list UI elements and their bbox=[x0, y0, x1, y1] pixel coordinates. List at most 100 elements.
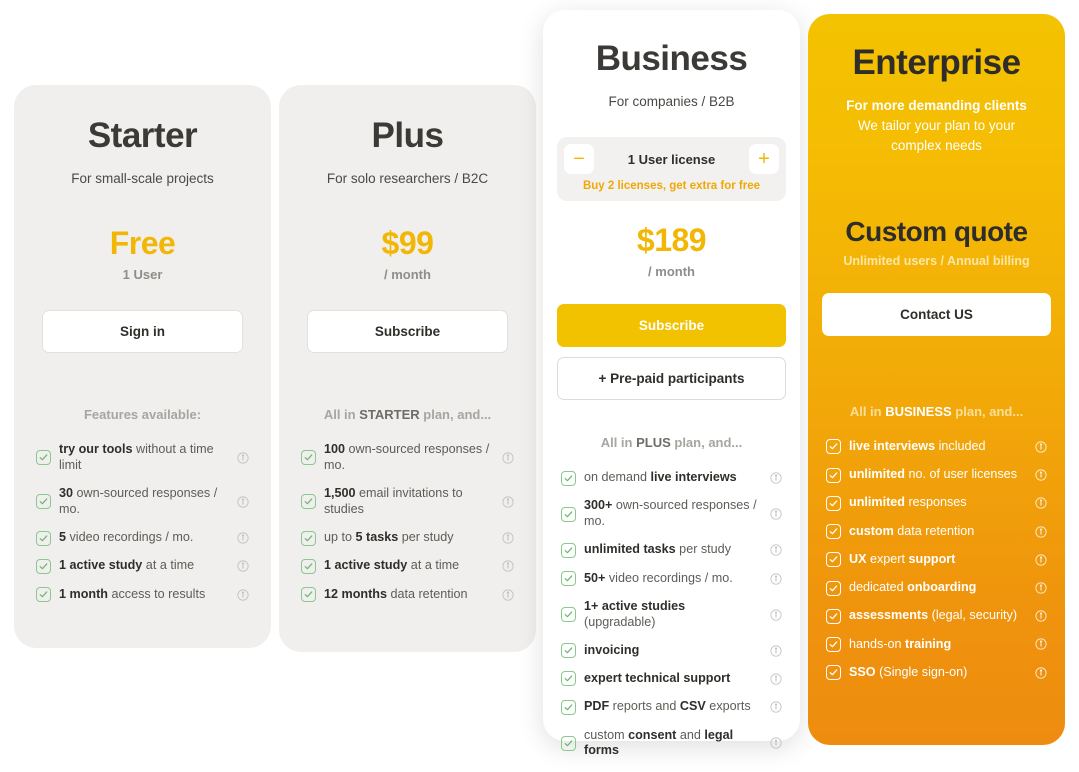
feature-item: 1+ active studies (upgradable) bbox=[561, 599, 782, 630]
feature-item: PDF reports and CSV exports bbox=[561, 699, 782, 715]
features-heading-highlight: STARTER bbox=[359, 407, 420, 423]
check-icon bbox=[561, 735, 576, 751]
info-icon[interactable] bbox=[1033, 525, 1047, 538]
info-icon[interactable] bbox=[1033, 667, 1047, 679]
check-icon bbox=[826, 467, 841, 483]
feature-label: unlimited tasks per study bbox=[584, 542, 731, 557]
check-icon bbox=[561, 699, 576, 715]
feature-label: dedicated onboarding bbox=[849, 580, 977, 595]
feature-list-starter: try our tools without a time limit 30 own… bbox=[28, 442, 257, 603]
license-promo-text: Buy 2 licenses, get extra for free bbox=[582, 180, 761, 193]
info-icon[interactable] bbox=[1033, 610, 1047, 622]
info-icon[interactable] bbox=[500, 532, 514, 544]
feature-item: on demand live interviews bbox=[561, 470, 782, 486]
feature-item: expert technical support bbox=[561, 671, 782, 687]
subscribe-button-plus[interactable]: Subscribe bbox=[307, 310, 508, 354]
info-icon[interactable] bbox=[768, 645, 782, 657]
info-icon[interactable] bbox=[235, 560, 249, 572]
feature-item: 1 active study at a time bbox=[301, 558, 514, 574]
check-icon bbox=[301, 530, 316, 546]
feature-label: try our tools without a time limit bbox=[59, 442, 214, 472]
features-heading-prefix: Features available: bbox=[83, 407, 202, 423]
price-block-business: $189 / month bbox=[637, 222, 707, 279]
info-icon[interactable] bbox=[1033, 469, 1047, 481]
feature-label: unlimited no. of user licenses bbox=[849, 467, 1017, 482]
feature-item: 12 months data retention bbox=[301, 587, 514, 603]
info-icon[interactable] bbox=[768, 508, 782, 520]
plan-card-plus: Plus For solo researchers / B2C $99 / mo… bbox=[279, 85, 536, 652]
feature-list-plus: 100 own-sourced responses / mo. 1,500 ema… bbox=[293, 442, 522, 603]
price-amount-enterprise: Custom quote bbox=[845, 216, 1028, 248]
feature-label: PDF reports and CSV exports bbox=[584, 699, 751, 714]
info-icon[interactable] bbox=[1033, 554, 1047, 566]
feature-label: 5 video recordings / mo. bbox=[59, 530, 194, 545]
feature-item: unlimited tasks per study bbox=[561, 542, 782, 558]
feature-item: 1,500 email invitations to studies bbox=[301, 486, 514, 517]
prepaid-participants-button[interactable]: + Pre-paid participants bbox=[557, 357, 786, 401]
feature-label: 1 active study at a time bbox=[59, 558, 195, 573]
plan-title-business: Business bbox=[595, 39, 748, 78]
info-icon[interactable] bbox=[768, 472, 782, 484]
info-icon[interactable] bbox=[500, 560, 514, 572]
check-icon bbox=[561, 643, 576, 659]
info-icon[interactable] bbox=[235, 588, 249, 601]
check-icon bbox=[561, 671, 576, 687]
info-icon[interactable] bbox=[768, 572, 782, 585]
check-icon bbox=[826, 580, 841, 596]
feature-item: 5 video recordings / mo. bbox=[36, 530, 249, 546]
info-icon[interactable] bbox=[500, 496, 514, 508]
price-amount-plus: $99 bbox=[381, 225, 434, 262]
info-icon[interactable] bbox=[768, 673, 782, 685]
feature-label: 1 month access to results bbox=[59, 586, 206, 601]
info-icon[interactable] bbox=[768, 609, 782, 621]
feature-label: 1+ active studies (upgradable) bbox=[584, 598, 686, 629]
signin-button[interactable]: Sign in bbox=[42, 310, 243, 354]
feature-label: 1,500 email invitations to studies bbox=[324, 486, 463, 516]
check-icon bbox=[301, 494, 316, 510]
feature-item: 30 own-sourced responses / mo. bbox=[36, 486, 249, 517]
feature-label: UX expert support bbox=[849, 551, 956, 566]
features-heading-suffix: plan, and... bbox=[419, 407, 492, 423]
check-icon bbox=[36, 494, 51, 510]
check-icon bbox=[826, 524, 841, 540]
feature-item: assessments (legal, security) bbox=[826, 608, 1047, 624]
plan-card-enterprise: Enterprise For more demanding clients We… bbox=[808, 14, 1065, 745]
check-icon bbox=[561, 571, 576, 587]
features-heading-business: All in PLUS plan, and... bbox=[557, 435, 786, 450]
feature-label: on demand live interviews bbox=[584, 470, 737, 485]
info-icon[interactable] bbox=[235, 532, 249, 544]
info-icon[interactable] bbox=[500, 588, 514, 601]
price-period-enterprise: Unlimited users / Annual billing bbox=[843, 253, 1030, 268]
info-icon[interactable] bbox=[1033, 582, 1047, 594]
price-block-starter: Free 1 User bbox=[110, 225, 176, 282]
feature-label: assessments (legal, security) bbox=[849, 608, 1018, 623]
license-decrement-button[interactable]: − bbox=[564, 144, 594, 175]
contact-us-button[interactable]: Contact US bbox=[822, 292, 1051, 336]
info-icon[interactable] bbox=[1033, 638, 1047, 651]
info-icon[interactable] bbox=[768, 544, 782, 556]
subscribe-button-business[interactable]: Subscribe bbox=[557, 304, 786, 348]
price-period-plus: / month bbox=[384, 267, 431, 283]
feature-label: SSO (Single sign-on) bbox=[849, 664, 968, 679]
info-icon[interactable] bbox=[768, 737, 782, 749]
features-heading-suffix: plan, and... bbox=[670, 435, 743, 451]
plan-tagline-business: For companies / B2B bbox=[608, 93, 735, 109]
check-icon bbox=[36, 450, 51, 466]
info-icon[interactable] bbox=[1033, 497, 1047, 509]
info-icon[interactable] bbox=[768, 701, 782, 713]
feature-list-enterprise: live interviews included unlimited no. of… bbox=[822, 439, 1051, 681]
license-increment-button[interactable]: + bbox=[749, 144, 779, 175]
check-icon bbox=[301, 558, 316, 574]
feature-label: 100 own-sourced responses / mo. bbox=[324, 442, 490, 472]
features-heading-highlight: BUSINESS bbox=[885, 403, 952, 419]
price-block-enterprise: Custom quote Unlimited users / Annual bi… bbox=[843, 216, 1030, 268]
info-icon[interactable] bbox=[235, 496, 249, 508]
feature-label: custom consent and legal forms bbox=[584, 727, 734, 758]
check-icon bbox=[826, 665, 841, 681]
feature-item: 100 own-sourced responses / mo. bbox=[301, 442, 514, 473]
info-icon[interactable] bbox=[500, 452, 514, 464]
feature-label: expert technical support bbox=[584, 671, 731, 686]
feature-list-business: on demand live interviews 300+ own-source… bbox=[557, 470, 786, 759]
info-icon[interactable] bbox=[235, 452, 249, 464]
info-icon[interactable] bbox=[1033, 441, 1047, 453]
